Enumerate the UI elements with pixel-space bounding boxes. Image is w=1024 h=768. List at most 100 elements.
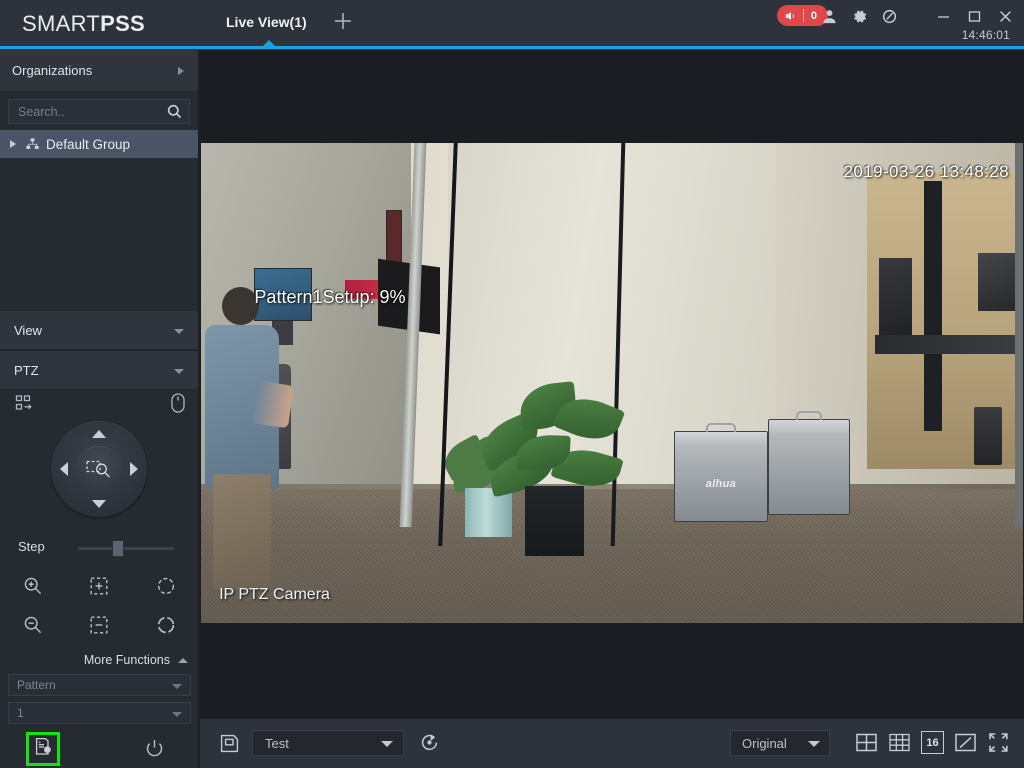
user-icon[interactable] xyxy=(821,8,838,25)
section-view-label: View xyxy=(14,322,42,338)
app-logo: SMARTPSS xyxy=(22,11,145,37)
ptz-panel: Step More Functions Pattern 1 xyxy=(0,390,199,766)
close-icon[interactable] xyxy=(997,8,1014,25)
header-icon-group xyxy=(821,8,898,25)
ptz-right-button[interactable] xyxy=(130,462,138,476)
more-functions-label: More Functions xyxy=(83,653,170,667)
chevron-down-icon xyxy=(172,684,182,689)
resolution-select-value: Original xyxy=(742,735,787,751)
search-icon[interactable] xyxy=(166,103,183,120)
pattern-action-row xyxy=(0,730,199,768)
expand-twisty-icon[interactable] xyxy=(10,140,16,148)
chevron-down-icon xyxy=(808,741,820,747)
chevron-right-icon xyxy=(178,67,184,75)
chevron-down-icon xyxy=(381,741,393,747)
save-config-icon xyxy=(34,737,53,761)
organizations-label: Organizations xyxy=(12,63,93,78)
pattern-index-value: 1 xyxy=(17,706,24,720)
pattern-function-value: Pattern xyxy=(17,678,56,692)
gear-icon[interactable] xyxy=(851,8,868,25)
chevron-down-icon xyxy=(174,329,184,334)
camera-name-overlay: IP PTZ Camera xyxy=(219,585,330,603)
area-zoom-icon[interactable] xyxy=(76,446,122,492)
clock: 14:46:01 xyxy=(961,28,1010,42)
ptz-function-selects: Pattern 1 xyxy=(0,674,199,768)
plant-center xyxy=(474,373,632,556)
active-tab-marker xyxy=(262,40,276,47)
tour-refresh-icon[interactable] xyxy=(419,732,440,753)
more-functions-row[interactable]: More Functions xyxy=(0,646,199,674)
ptz-up-button[interactable] xyxy=(92,430,106,438)
save-view-icon[interactable] xyxy=(219,733,240,754)
add-tab-button[interactable] xyxy=(330,8,356,34)
accent-underline xyxy=(0,46,1024,49)
chevron-up-icon xyxy=(178,657,188,663)
speaker-icon xyxy=(784,9,798,23)
save-pattern-button[interactable] xyxy=(26,732,60,766)
pattern-progress-overlay: Pattern1Setup: 9% xyxy=(254,287,406,307)
ptz-down-button[interactable] xyxy=(92,500,106,508)
section-ptz-label: PTZ xyxy=(14,362,39,378)
ptz-direction-pad[interactable] xyxy=(51,421,147,517)
layout-4-button[interactable] xyxy=(855,731,878,754)
search-box[interactable] xyxy=(8,99,205,124)
ptz-button-row xyxy=(0,605,199,644)
layout-9-button[interactable] xyxy=(888,731,911,754)
video-frame[interactable]: alhua 2019-03-26 13:48:28 Pattern1Setup:… xyxy=(201,143,1023,623)
preset-grid-icon[interactable] xyxy=(15,394,35,414)
iris-open-button[interactable] xyxy=(133,566,199,605)
live-view-stage: alhua 2019-03-26 13:48:28 Pattern1Setup:… xyxy=(200,50,1024,718)
organizations-row[interactable]: Organizations xyxy=(0,50,198,92)
pattern-index-select[interactable]: 1 xyxy=(8,702,191,724)
default-group-label: Default Group xyxy=(46,136,131,152)
view-select[interactable]: Test xyxy=(252,730,404,756)
power-button[interactable] xyxy=(144,738,165,759)
section-ptz[interactable]: PTZ xyxy=(0,350,198,390)
view-select-value: Test xyxy=(265,735,289,751)
logo-pss: PSS xyxy=(100,11,146,36)
layout-button-group: 16 xyxy=(855,731,1010,754)
sidebar-item-default-group[interactable]: Default Group xyxy=(0,130,198,158)
fullscreen-button[interactable] xyxy=(987,731,1010,754)
video-scene-image: alhua xyxy=(201,143,1023,623)
iris-close-button[interactable] xyxy=(133,605,199,644)
badge-divider xyxy=(802,9,804,22)
smart-pss-window: SMARTPSS Live View(1) 0 14:46:01 Organiz… xyxy=(0,0,1024,768)
zoom-in-button[interactable] xyxy=(0,566,66,605)
ptz-function-buttons xyxy=(0,566,199,644)
resolution-select[interactable]: Original xyxy=(730,730,830,756)
ptz-step-row: Step xyxy=(0,536,199,560)
dashboard-icon[interactable] xyxy=(881,8,898,25)
layout-16-button[interactable]: 16 xyxy=(921,731,944,754)
chevron-down-icon xyxy=(172,712,182,717)
maximize-icon[interactable] xyxy=(966,8,983,25)
ptz-toolbar xyxy=(0,390,198,416)
search-container xyxy=(0,92,205,130)
sidebar: Organizations Default Group View PTZ xyxy=(0,50,205,768)
video-timestamp-overlay: 2019-03-26 13:48:28 xyxy=(843,162,1009,182)
step-slider-knob[interactable] xyxy=(112,540,124,557)
sitemap-icon xyxy=(25,137,40,152)
mouse-icon[interactable] xyxy=(170,392,186,414)
device-tree-area xyxy=(0,158,198,310)
video-tile[interactable]: alhua 2019-03-26 13:48:28 Pattern1Setup:… xyxy=(200,50,1024,718)
logo-smart: SMART xyxy=(22,11,101,36)
equipment-case xyxy=(768,411,851,515)
chevron-down-icon xyxy=(174,369,184,374)
equipment-case: alhua xyxy=(673,423,769,523)
ptz-left-button[interactable] xyxy=(60,462,68,476)
ptz-button-row xyxy=(0,566,199,605)
bottom-toolbar: Test Original 16 xyxy=(200,718,1024,768)
step-slider[interactable] xyxy=(78,540,174,557)
focus-far-button[interactable] xyxy=(66,605,132,644)
minimize-icon[interactable] xyxy=(935,8,952,25)
layout-custom-button[interactable] xyxy=(954,731,977,754)
tab-live-view[interactable]: Live View(1) xyxy=(226,14,307,30)
section-view[interactable]: View xyxy=(0,310,198,350)
zoom-out-button[interactable] xyxy=(0,605,66,644)
pattern-function-select[interactable]: Pattern xyxy=(8,674,191,696)
step-label: Step xyxy=(18,539,45,554)
case-logo: alhua xyxy=(705,478,737,491)
window-controls xyxy=(935,8,1014,25)
focus-near-button[interactable] xyxy=(66,566,132,605)
